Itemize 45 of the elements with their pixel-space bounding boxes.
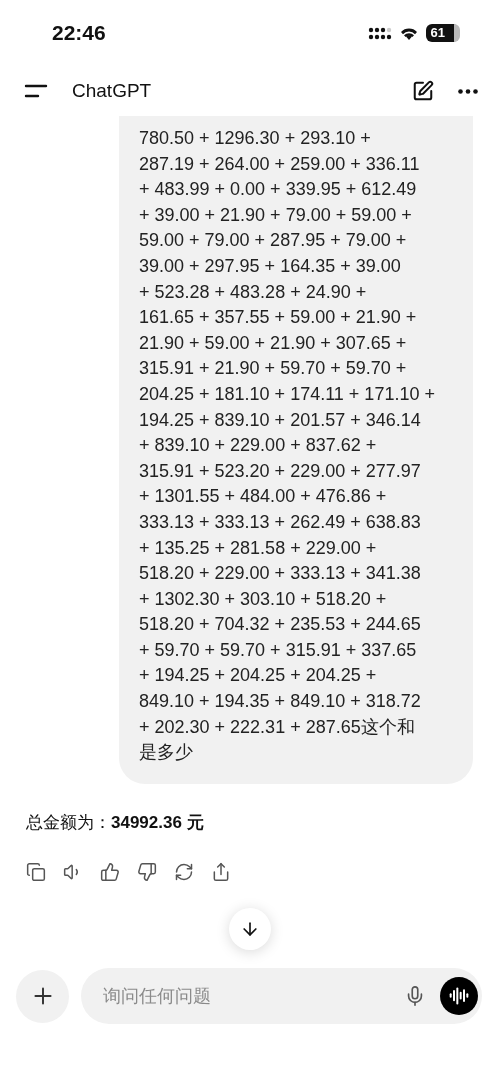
message-line: 39.00 + 297.95 + 164.35 + 39.00 [139,254,402,278]
message-line: 59.00 + 79.00 + 287.95 + 79.00 + [139,229,408,253]
scroll-down-button[interactable] [229,908,271,950]
message-line: 194.25 + 839.10 + 201.57 + 346.14 [139,408,422,432]
message-line: + 1301.55 + 484.00 + 476.86 + [139,485,388,509]
message-line: 161.65 + 357.55 + 59.00 + 21.90 + [139,306,418,330]
message-line: + 59.70 + 59.70 + 315.91 + 337.65 [139,638,418,662]
message-line: + 839.10 + 229.00 + 837.62 + [139,434,378,458]
sound-wave-icon [449,986,469,1006]
message-line: 287.19 + 264.00 + 259.00 + 336.11 [139,152,421,176]
battery-indicator: 61 [425,24,460,42]
message-line: 780.50 + 1296.30 + 293.10 + [139,127,372,150]
message-line: 315.91 + 21.90 + 59.70 + 59.70 + [139,357,408,381]
menu-icon[interactable] [24,83,48,99]
more-options-button[interactable] [458,88,478,94]
composer-field[interactable]: 询问任何问题 [81,968,482,1024]
message-line: 518.20 + 704.32 + 235.53 + 244.65 [139,613,422,637]
voice-mode-button[interactable] [440,977,478,1015]
message-line: + 523.28 + 483.28 + 24.90 + [139,280,368,304]
copy-icon[interactable] [26,861,46,882]
share-icon[interactable] [211,861,231,882]
signal-icon [367,26,392,40]
new-chat-button[interactable] [412,80,434,102]
message-line: 是多少 [139,741,194,765]
message-input[interactable]: 询问任何问题 [101,984,390,1008]
add-button[interactable] [16,969,69,1023]
ellipsis-icon [458,88,478,94]
message-line: 204.25 + 181.10 + 174.11 + 171.10 + [139,382,436,406]
message-line: + 39.00 + 21.90 + 79.00 + 59.00 + [139,203,413,227]
message-line: + 1302.30 + 303.10 + 518.20 + [139,587,388,611]
message-line: + 194.25 + 204.25 + 204.25 + [139,664,378,688]
message-line: + 483.99 + 0.00 + 339.95 + 612.49 [139,178,418,202]
app-title: ChatGPT [72,80,153,102]
message-line: 21.90 + 59.00 + 21.90 + 307.65 + [139,331,408,355]
message-line: + 135.25 + 281.58 + 229.00 + [139,536,378,560]
message-line: 518.20 + 229.00 + 333.13 + 341.38 [139,562,422,586]
message-line: 849.10 + 194.35 + 849.10 + 318.72 [139,690,422,714]
refresh-icon[interactable] [174,861,194,882]
message-line: + 202.30 + 222.31 + 287.65这个和 [139,715,416,739]
message-line: 333.13 + 333.13 + 262.49 + 638.83 [139,510,422,534]
message-line: 315.91 + 523.20 + 229.00 + 277.97 [139,459,422,483]
thumbs-up-icon[interactable] [100,861,120,882]
answer-text: 总金额为：34992.36 元 [26,811,205,834]
status-time: 22:46 [52,21,106,45]
thumbs-down-icon[interactable] [137,861,157,882]
